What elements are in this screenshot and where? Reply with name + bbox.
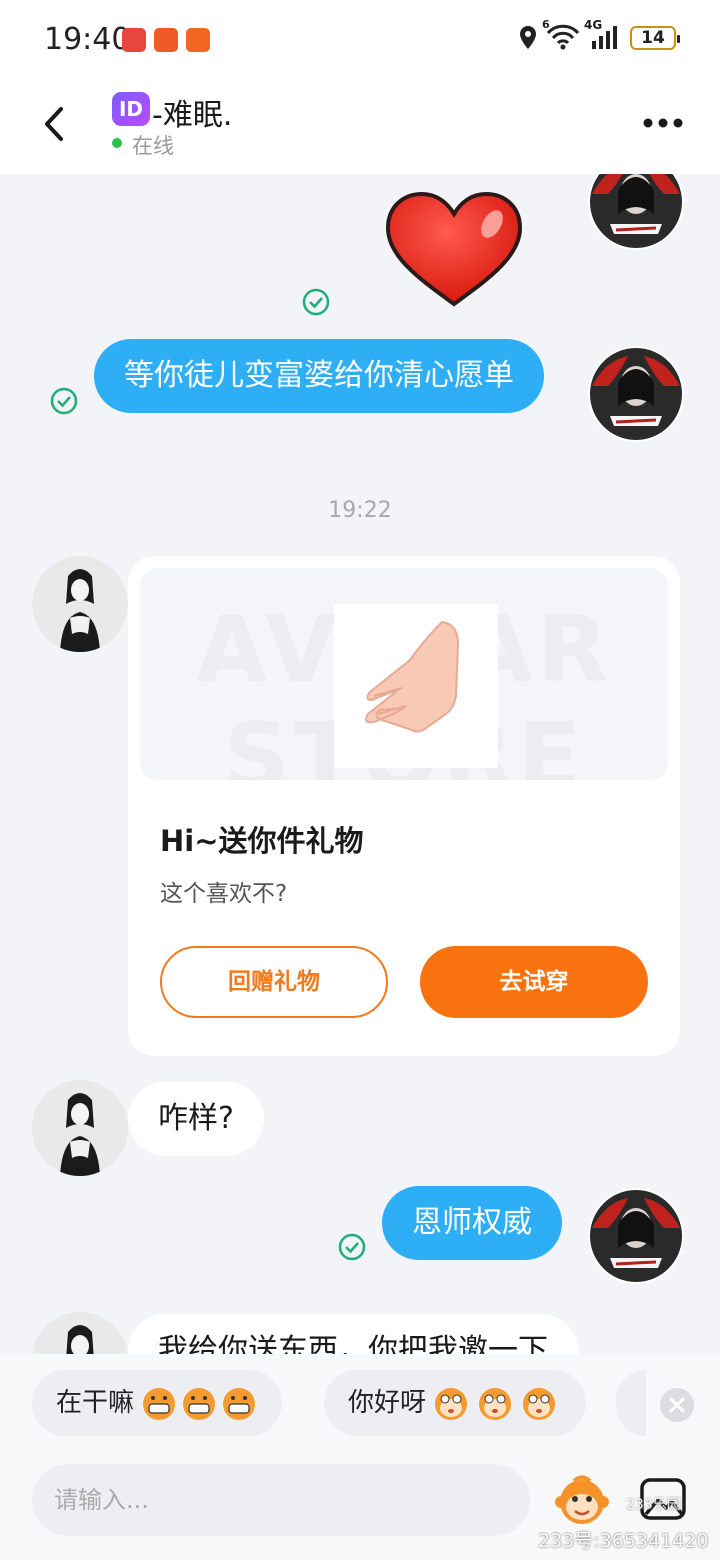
avatar-image bbox=[32, 1312, 128, 1354]
gift-item-frame bbox=[334, 604, 498, 768]
message-timestamp: 19:22 bbox=[328, 498, 392, 523]
network-type: 4G bbox=[584, 18, 603, 32]
avatar-image bbox=[588, 1188, 684, 1284]
contact-avatar[interactable] bbox=[32, 556, 128, 652]
contact-avatar[interactable] bbox=[32, 1312, 128, 1354]
signal-icon: 4G bbox=[584, 18, 622, 52]
message-sticker-row bbox=[0, 174, 720, 324]
close-quick-replies-button[interactable] bbox=[660, 1388, 694, 1422]
id-badge: ID bbox=[112, 92, 150, 126]
wifi-icon: 6 bbox=[542, 18, 582, 52]
back-button[interactable] bbox=[30, 100, 80, 150]
battery-indicator: 14 bbox=[630, 26, 680, 50]
hand-glove-icon bbox=[365, 620, 460, 733]
message-input[interactable] bbox=[32, 1464, 530, 1536]
emoji-button[interactable] bbox=[554, 1472, 610, 1528]
gift-subtitle: 这个喜欢不? bbox=[160, 881, 288, 907]
wifi-generation: 6 bbox=[542, 18, 550, 31]
notification-app-icon bbox=[122, 28, 146, 52]
avatar-image bbox=[588, 174, 684, 250]
my-avatar[interactable] bbox=[588, 346, 684, 442]
quick-reply-label: 你好呀 bbox=[348, 1388, 427, 1418]
return-gift-button[interactable]: 回赠礼物 bbox=[160, 946, 388, 1018]
monkey-face-emoji-icon bbox=[435, 1388, 556, 1420]
more-options-button[interactable] bbox=[638, 108, 688, 138]
gift-title: Hi~送你件礼物 bbox=[160, 824, 364, 858]
avatar-image bbox=[32, 556, 128, 652]
outgoing-message-bubble[interactable]: 等你徒儿变富婆给你清心愿单 bbox=[94, 339, 544, 413]
chat-header bbox=[0, 80, 720, 174]
gift-image[interactable]: AVATAR STORE bbox=[140, 568, 668, 780]
status-indicators: 6 4G 14 bbox=[518, 18, 680, 52]
avatar-image bbox=[588, 346, 684, 442]
incoming-message-bubble[interactable]: 我给你送东西，你把我邀一下 bbox=[128, 1314, 578, 1354]
back-arrow-icon bbox=[45, 107, 63, 141]
notification-app-icon bbox=[186, 28, 210, 52]
more-dots-icon bbox=[643, 118, 683, 128]
read-check-icon bbox=[302, 288, 330, 316]
partial-message-row: 我给你送东西，你把我邀一下 bbox=[0, 1300, 720, 1354]
heart-sticker[interactable] bbox=[384, 192, 524, 308]
outgoing-message-bubble[interactable]: 恩师权威 bbox=[382, 1186, 562, 1260]
status-time: 19:40 bbox=[44, 22, 131, 57]
online-status-text: 在线 bbox=[132, 134, 174, 158]
my-avatar[interactable] bbox=[588, 1188, 684, 1284]
read-check-icon bbox=[338, 1233, 366, 1261]
incoming-message-bubble[interactable]: 咋样? bbox=[128, 1082, 264, 1156]
contact-name[interactable]: -难眠. bbox=[152, 90, 232, 134]
notification-app-icon bbox=[154, 28, 178, 52]
avatar-image bbox=[32, 1080, 128, 1176]
online-status-dot bbox=[112, 138, 122, 148]
try-on-button[interactable]: 去试穿 bbox=[420, 946, 648, 1018]
monkey-grin-emoji-icon bbox=[143, 1388, 256, 1420]
monkey-emoji-icon bbox=[555, 1475, 609, 1524]
gift-card[interactable]: AVATAR STORE Hi~送你件礼物 这个喜欢不? 回赠礼物 去试穿 bbox=[128, 556, 680, 1056]
watermark-text: 233号:365341420 bbox=[538, 1530, 709, 1552]
close-icon bbox=[669, 1397, 685, 1413]
quick-reply-label: 在干嘛 bbox=[56, 1388, 135, 1418]
quick-reply-chip[interactable]: 在干嘛 bbox=[32, 1370, 283, 1436]
read-check-icon bbox=[50, 387, 78, 415]
watermark-logo: 233乐园 bbox=[626, 1497, 681, 1513]
contact-avatar[interactable] bbox=[32, 1080, 128, 1176]
quick-reply-chip[interactable]: 你好呀 bbox=[324, 1370, 587, 1436]
location-icon bbox=[520, 26, 536, 49]
my-avatar[interactable] bbox=[588, 174, 684, 250]
